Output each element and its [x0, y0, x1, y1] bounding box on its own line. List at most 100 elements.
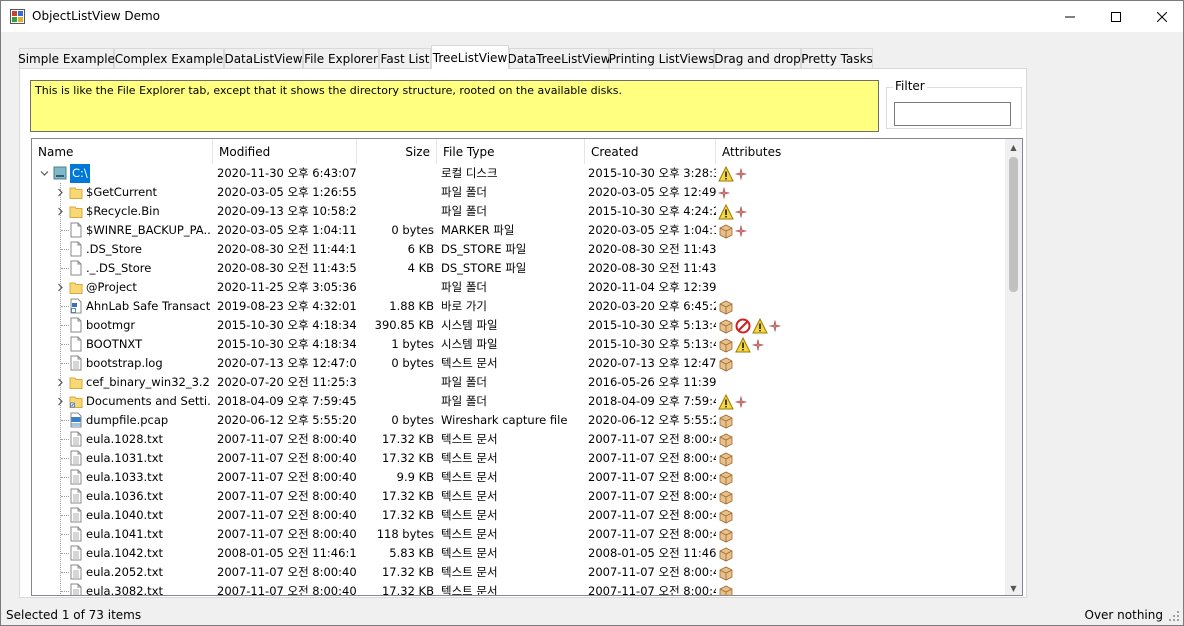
expanded-chevron-icon[interactable]: [40, 169, 49, 178]
row-modified: 2007-11-07 오전 8:00:40: [217, 508, 357, 522]
system-star-icon: [752, 338, 764, 351]
row-file-type: Wireshark capture file: [441, 413, 568, 427]
row-attributes: [718, 297, 734, 316]
system-star-icon: [769, 319, 781, 332]
table-row[interactable]: eula.1041.txt 2007-11-07 오전 8:00:40 118 by…: [32, 525, 1002, 544]
pcap-file-icon: [69, 412, 83, 428]
row-created: 2015-10-30 오후 5:13:43: [588, 318, 716, 332]
text-file-icon: [69, 545, 83, 561]
text-file-icon: [69, 431, 83, 447]
tab-treelistview[interactable]: TreeListView: [431, 45, 509, 69]
tab-datalistview[interactable]: DataListView: [224, 48, 303, 69]
close-button[interactable]: [1139, 1, 1184, 32]
table-row[interactable]: $WINRE_BACKUP_PA... 2020-03-05 오후 1:04:11…: [32, 221, 1002, 240]
column-header-created[interactable]: Created: [585, 139, 716, 164]
scroll-up-icon[interactable]: ▲: [1009, 143, 1018, 152]
table-row[interactable]: ._.DS_Store 2020-08-30 오전 11:43:52 4 KB DS_…: [32, 259, 1002, 278]
text-file-icon: [70, 450, 82, 466]
column-header-file-type[interactable]: File Type: [437, 139, 585, 164]
table-row[interactable]: eula.3082.txt 2007-11-07 오전 8:00:40 17.32 …: [32, 582, 1002, 595]
minimize-button[interactable]: [1047, 1, 1093, 32]
text-file-icon: [69, 450, 83, 466]
row-file-type: 시스템 파일: [441, 318, 498, 332]
table-row[interactable]: AhnLab Safe Transact... 2019-08-23 오후 4:3…: [32, 297, 1002, 316]
row-file-type: 바로 가기: [441, 299, 487, 313]
tab-drag-and-drop[interactable]: Drag and drop: [714, 48, 801, 69]
archive-box-icon: [719, 528, 733, 542]
table-row[interactable]: bootstrap.log 2020-07-13 오후 12:47:01 0 byt…: [32, 354, 1002, 373]
tab-simple-example[interactable]: Simple Example: [18, 48, 115, 69]
table-row[interactable]: eula.1040.txt 2007-11-07 오전 8:00:40 17.32 …: [32, 506, 1002, 525]
table-row[interactable]: cef_binary_win32_3.2... 2020-07-20 오전 11:…: [32, 373, 1002, 392]
tab-datatreelistview[interactable]: DataTreeListView: [507, 48, 611, 69]
table-row[interactable]: @Project 2020-11-25 오후 3:05:36 파일 폴더 2020-1…: [32, 278, 1002, 297]
row-size: [357, 278, 434, 297]
table-row[interactable]: .DS_Store 2020-08-30 오전 11:44:18 6 KB DS_ST…: [32, 240, 1002, 259]
table-row[interactable]: eula.1031.txt 2007-11-07 오전 8:00:40 17.32 …: [32, 449, 1002, 468]
row-attributes: [718, 544, 734, 563]
archive-box-icon: [719, 414, 733, 428]
collapsed-chevron-icon[interactable]: [56, 283, 65, 292]
tab-page-treelistview: This is like the File Explorer tab, exce…: [19, 68, 1027, 598]
archive-box-icon: [719, 224, 733, 238]
row-file-type: 텍스트 문서: [441, 356, 498, 370]
table-row[interactable]: BOOTNXT 2015-10-30 오후 4:18:34 1 bytes 시스템 파…: [32, 335, 1002, 354]
row-created: 2007-11-07 오전 8:00:40: [588, 432, 716, 446]
tab-complex-example[interactable]: Complex Example: [114, 48, 224, 69]
row-file-type: 파일 폴더: [441, 204, 487, 218]
tab-fast-list[interactable]: Fast List: [379, 48, 431, 69]
filter-input[interactable]: [894, 102, 1011, 126]
row-created: 2020-03-20 오후 6:45:23: [588, 299, 716, 313]
tree-branch-line: [61, 496, 69, 497]
row-attributes: [718, 506, 734, 525]
collapsed-chevron-icon[interactable]: [56, 207, 65, 216]
collapsed-chevron-icon[interactable]: [56, 188, 65, 197]
tab-label: DataTreeListView: [507, 52, 611, 66]
table-row[interactable]: eula.1028.txt 2007-11-07 오전 8:00:40 17.32 …: [32, 430, 1002, 449]
column-header-attributes[interactable]: Attributes: [716, 139, 1002, 164]
table-row[interactable]: dumpfile.pcap 2020-06-12 오후 5:55:20 0 byte…: [32, 411, 1002, 430]
archive-box-icon: [719, 300, 733, 314]
title-bar: ObjectListView Demo: [1, 1, 1183, 32]
tab-printing-listviews[interactable]: Printing ListViews: [609, 48, 714, 69]
folder-icon: [69, 377, 83, 389]
column-header-modified[interactable]: Modified: [213, 139, 357, 164]
scroll-down-icon[interactable]: ▼: [1009, 584, 1018, 593]
table-row[interactable]: $Recycle.Bin 2020-09-13 오후 10:58:22 파일 폴더 2…: [32, 202, 1002, 221]
table-row[interactable]: bootmgr 2015-10-30 오후 4:18:34 390.85 KB 시스템…: [32, 316, 1002, 335]
column-header-size[interactable]: Size: [357, 139, 437, 164]
tab-pretty-tasks[interactable]: Pretty Tasks: [801, 48, 873, 69]
tab-label: Printing ListViews: [608, 52, 715, 66]
vertical-scrollbar[interactable]: ▲ ▼: [1005, 139, 1022, 595]
tab-file-explorer[interactable]: File Explorer: [303, 48, 379, 69]
row-attributes: [718, 468, 734, 487]
row-attributes: [718, 411, 734, 430]
archive-box-icon: [719, 490, 733, 504]
minimize-icon: [1065, 16, 1075, 17]
row-created: 2015-10-30 오후 4:24:24: [588, 204, 716, 218]
collapsed-chevron-icon[interactable]: [56, 397, 65, 406]
maximize-button[interactable]: [1093, 1, 1139, 32]
table-row[interactable]: Documents and Setti... 2018-04-09 오후 7:59…: [32, 392, 1002, 411]
row-name: eula.1042.txt: [86, 546, 164, 560]
tree-branch-line: [61, 591, 69, 592]
table-row[interactable]: eula.1036.txt 2007-11-07 오전 8:00:40 17.32 …: [32, 487, 1002, 506]
resize-grip-icon[interactable]: [1168, 610, 1180, 622]
system-star-icon: [718, 186, 730, 199]
column-header-name[interactable]: Name: [32, 139, 213, 164]
table-row[interactable]: eula.1042.txt 2008-01-05 오전 11:46:12 5.83 …: [32, 544, 1002, 563]
text-file-icon: [70, 583, 82, 595]
table-row[interactable]: eula.2052.txt 2007-11-07 오전 8:00:40 17.32 …: [32, 563, 1002, 582]
tree-list-view[interactable]: Name Modified Size File Type Created Att…: [31, 138, 1023, 596]
row-name: bootmgr: [86, 318, 136, 332]
collapsed-chevron-icon[interactable]: [56, 378, 65, 387]
table-row[interactable]: $GetCurrent 2020-03-05 오후 1:26:55 파일 폴더 202…: [32, 183, 1002, 202]
status-hover-text: Over nothing: [1084, 608, 1164, 622]
warning-icon: [718, 203, 734, 219]
row-attributes: [718, 316, 781, 335]
table-row[interactable]: eula.1033.txt 2007-11-07 오전 8:00:40 9.9 KB…: [32, 468, 1002, 487]
archive-box-icon: [719, 452, 733, 466]
tree-branch-line: [61, 477, 69, 478]
table-row[interactable]: C:\ 2020-11-30 오후 6:43:07 로컬 디스크 2015-10-30…: [32, 164, 1002, 183]
scrollbar-thumb[interactable]: [1009, 157, 1018, 292]
